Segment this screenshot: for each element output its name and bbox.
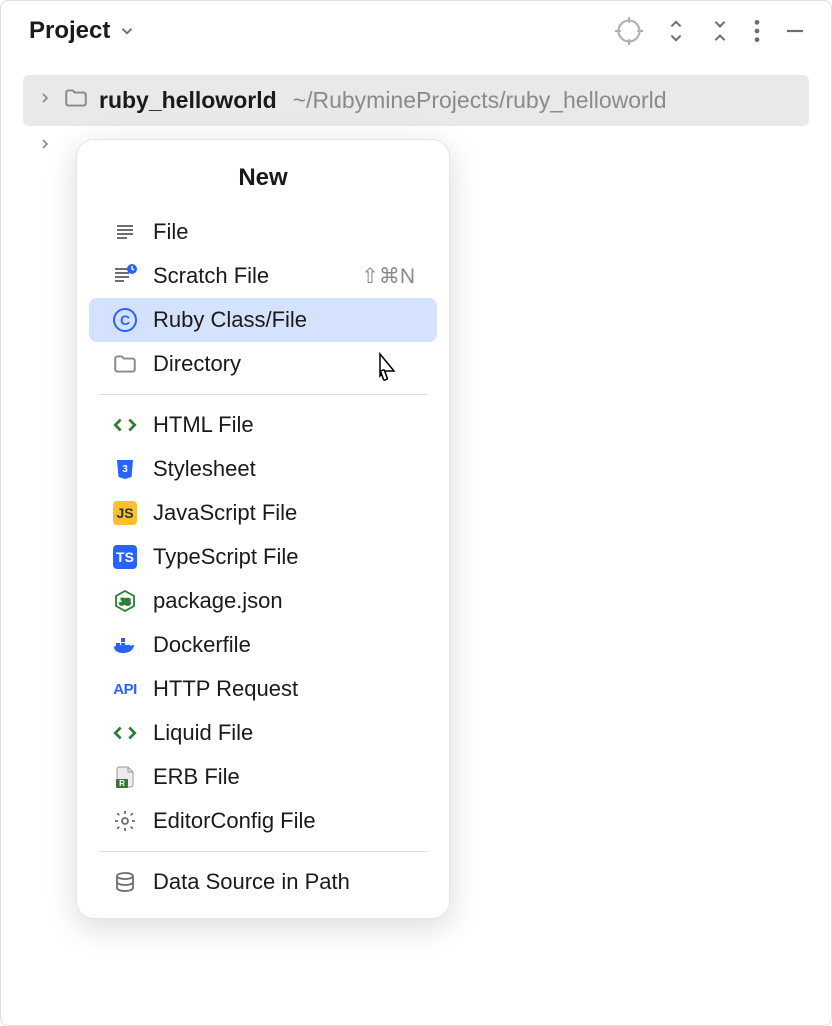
menu-item-label: Dockerfile [153,632,415,658]
menu-item-label: package.json [153,588,415,614]
project-root-row[interactable]: ruby_helloworld ~/RubymineProjects/ruby_… [23,75,809,126]
menu-item-erb[interactable]: R ERB File [89,755,437,799]
svg-text:C: C [120,312,130,328]
typescript-icon: TS [111,543,139,571]
svg-text:R: R [119,779,125,788]
new-file-popup: New File Scratch File ⇧⌘N C Ruby Class/F… [76,139,450,919]
api-icon: API [111,675,139,703]
minimize-icon[interactable] [783,19,807,43]
chevron-right-icon [37,136,53,157]
popup-title: New [77,140,449,210]
menu-item-label: Directory [153,351,415,377]
scratch-file-icon [111,262,139,290]
menu-item-javascript[interactable]: JS JavaScript File [89,491,437,535]
ruby-class-icon: C [111,306,139,334]
folder-icon [63,85,89,116]
menu-item-file[interactable]: File [89,210,437,254]
menu-item-dockerfile[interactable]: Dockerfile [89,623,437,667]
database-icon [111,868,139,896]
menu-item-label: Scratch File [153,263,347,289]
menu-item-label: HTML File [153,412,415,438]
header-actions [615,17,807,45]
header-left: Project [29,17,136,45]
svg-text:JS: JS [119,597,130,607]
liquid-icon [111,719,139,747]
javascript-icon: JS [111,499,139,527]
menu-item-label: JavaScript File [153,500,415,526]
menu-item-package-json[interactable]: JS package.json [89,579,437,623]
menu-item-html[interactable]: HTML File [89,403,437,447]
expand-collapse-icon[interactable] [665,18,687,44]
menu-separator [99,851,427,852]
menu-item-editorconfig[interactable]: EditorConfig File [89,799,437,843]
docker-icon [111,631,139,659]
menu-item-liquid[interactable]: Liquid File [89,711,437,755]
project-path: ~/RubymineProjects/ruby_helloworld [293,87,667,114]
svg-text:3: 3 [122,464,128,475]
menu-item-label: HTTP Request [153,676,415,702]
folder-icon [111,350,139,378]
menu-item-stylesheet[interactable]: 3 Stylesheet [89,447,437,491]
menu-separator [99,394,427,395]
tool-window-header: Project [1,1,831,63]
gear-icon [111,807,139,835]
menu-item-directory[interactable]: Directory [89,342,437,386]
menu-item-scratch-file[interactable]: Scratch File ⇧⌘N [89,254,437,298]
menu-item-label: EditorConfig File [153,808,415,834]
menu-item-ruby-class[interactable]: C Ruby Class/File [89,298,437,342]
menu-item-label: ERB File [153,764,415,790]
menu-item-label: Ruby Class/File [153,307,415,333]
menu-item-typescript[interactable]: TS TypeScript File [89,535,437,579]
project-name: ruby_helloworld [99,87,277,114]
menu-item-data-source[interactable]: Data Source in Path [89,860,437,904]
menu-item-http-request[interactable]: API HTTP Request [89,667,437,711]
menu-item-shortcut: ⇧⌘N [361,264,415,289]
chevron-right-icon [37,90,53,111]
project-tool-title[interactable]: Project [29,17,110,45]
nodejs-icon: JS [111,587,139,615]
menu-item-label: Data Source in Path [153,869,415,895]
more-icon[interactable] [753,18,761,44]
css-icon: 3 [111,455,139,483]
chevron-down-icon[interactable] [118,22,136,40]
menu-item-label: Stylesheet [153,456,415,482]
menu-item-label: Liquid File [153,720,415,746]
file-lines-icon [111,218,139,246]
target-icon[interactable] [615,17,643,45]
html-icon [111,411,139,439]
collapse-all-icon[interactable] [709,18,731,44]
menu-item-label: File [153,219,415,245]
menu-item-label: TypeScript File [153,544,415,570]
erb-icon: R [111,763,139,791]
